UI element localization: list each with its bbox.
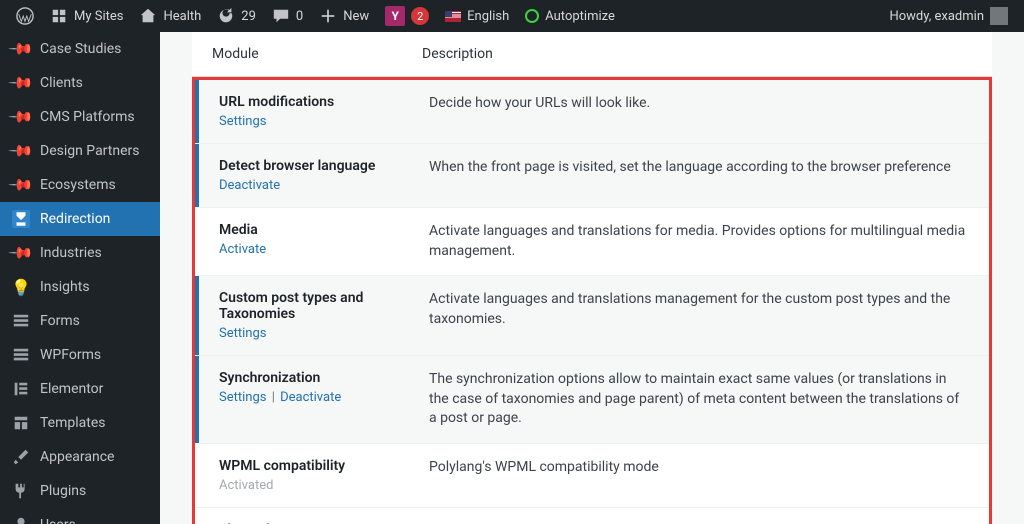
module-action-settings[interactable]: Settings xyxy=(219,390,266,405)
module-row: WPML compatibility Activated Polylang's WP… xyxy=(195,444,989,508)
sidebar-item-label: Plugins xyxy=(40,483,86,499)
health-label: Health xyxy=(163,9,201,24)
modules-highlight-box: URL modifications Settings Decide how your… xyxy=(192,77,992,524)
autoptimize-label: Autoptimize xyxy=(545,9,615,24)
sidebar-item-label: Users xyxy=(40,517,76,524)
module-actions: Settings xyxy=(219,326,429,341)
module-action-activated: Activated xyxy=(219,478,273,493)
comments-count: 0 xyxy=(296,9,303,24)
sidebar-item-case-studies[interactable]: 📌Case Studies xyxy=(0,32,160,66)
module-row: Custom post types and Taxonomies Settings… xyxy=(195,276,989,356)
module-action-deactivate[interactable]: Deactivate xyxy=(219,178,280,193)
howdy-label: Howdy, exadmin xyxy=(889,9,984,24)
howdy-account[interactable]: Howdy, exadmin xyxy=(881,0,1016,32)
yoast-badge: 2 xyxy=(411,7,429,25)
module-row: Share slugsActivatedAllows to share the … xyxy=(195,508,989,524)
autoptimize[interactable]: Autoptimize xyxy=(517,0,623,32)
module-description: When the front page is visited, set the … xyxy=(429,158,969,193)
sidebar-item-ecosystems[interactable]: 📌Ecosystems xyxy=(0,168,160,202)
sidebar-item-label: Design Partners xyxy=(40,143,139,159)
module-action-deactivate[interactable]: Deactivate xyxy=(280,390,341,405)
sidebar-item-templates[interactable]: Templates xyxy=(0,406,160,440)
sidebar-item-redirection[interactable]: Redirection xyxy=(0,202,160,236)
module-actions: Settings xyxy=(219,114,429,129)
sidebar-item-clients[interactable]: 📌Clients xyxy=(0,66,160,100)
sidebar-item-elementor[interactable]: Elementor xyxy=(0,372,160,406)
module-actions: Settings | Deactivate xyxy=(219,390,429,405)
sidebar-item-design-partners[interactable]: 📌Design Partners xyxy=(0,134,160,168)
sidebar-item-label: Industries xyxy=(40,245,102,261)
module-title: Synchronization xyxy=(219,370,429,386)
sidebar-item-label: Templates xyxy=(40,415,106,431)
sidebar-item-wpforms[interactable]: WPForms xyxy=(0,338,160,372)
sidebar-item-users[interactable]: Users xyxy=(0,508,160,524)
sidebar-item-label: Elementor xyxy=(40,381,103,397)
my-sites-label: My Sites xyxy=(74,9,123,24)
yoast-icon: Y xyxy=(385,6,405,26)
module-description: Polylang's WPML compatibility mode xyxy=(429,458,969,493)
column-header-module: Module xyxy=(212,46,422,62)
module-description: Activate languages and translations mana… xyxy=(429,290,969,341)
sidebar-item-forms[interactable]: Forms xyxy=(0,304,160,338)
sidebar-item-label: Insights xyxy=(40,279,90,295)
module-actions: Activated xyxy=(219,478,429,493)
sidebar-item-label: Redirection xyxy=(40,211,110,227)
module-actions: Activate xyxy=(219,242,429,257)
home-icon xyxy=(139,7,157,25)
sidebar-item-label: Ecosystems xyxy=(40,177,116,193)
sidebar-item-insights[interactable]: 💡Insights xyxy=(0,270,160,304)
module-row: Synchronization Settings | DeactivateThe … xyxy=(195,356,989,444)
sidebar-item-label: WPForms xyxy=(40,347,101,363)
new-label: New xyxy=(343,9,369,24)
sidebar-item-appearance[interactable]: Appearance xyxy=(0,440,160,474)
my-sites[interactable]: My Sites xyxy=(42,0,131,32)
module-description: The synchronization options allow to mai… xyxy=(429,370,969,429)
updates[interactable]: 29 xyxy=(209,0,264,32)
comments[interactable]: 0 xyxy=(264,0,311,32)
module-description: Activate languages and translations for … xyxy=(429,222,969,261)
module-title: WPML compatibility xyxy=(219,458,429,474)
sidebar-item-label: Forms xyxy=(40,313,80,329)
module-title: Media xyxy=(219,222,429,238)
wp-logo[interactable] xyxy=(8,0,42,32)
module-action-settings[interactable]: Settings xyxy=(219,114,266,129)
module-title: URL modifications xyxy=(219,94,429,110)
yoast-seo[interactable]: Y2 xyxy=(377,0,437,32)
sidebar-item-cms-platforms[interactable]: 📌CMS Platforms xyxy=(0,100,160,134)
sidebar-item-label: Clients xyxy=(40,75,83,91)
us-flag-icon xyxy=(445,11,461,22)
sidebar-item-plugins[interactable]: Plugins xyxy=(0,474,160,508)
autoptimize-icon xyxy=(525,9,539,23)
wordpress-icon xyxy=(16,7,34,25)
module-action-settings[interactable]: Settings xyxy=(219,326,266,341)
language-switcher[interactable]: English xyxy=(437,0,517,32)
language-label: English xyxy=(467,9,509,24)
module-row: URL modifications Settings Decide how your… xyxy=(195,80,989,144)
site-health[interactable]: Health xyxy=(131,0,209,32)
plus-icon xyxy=(319,7,337,25)
sidebar-item-industries[interactable]: 📌Industries xyxy=(0,236,160,270)
module-row: Detect browser language Deactivate When th… xyxy=(195,144,989,208)
module-title: Detect browser language xyxy=(219,158,429,174)
new-content[interactable]: New xyxy=(311,0,377,32)
sites-icon xyxy=(50,7,68,25)
modules-table-header: Module Description xyxy=(192,32,992,77)
admin-sidebar: 📌Case Studies📌Clients📌CMS Platforms📌Desi… xyxy=(0,32,160,524)
module-actions: Deactivate xyxy=(219,178,429,193)
column-header-description: Description xyxy=(422,46,972,62)
module-row: Media Activate Activate languages and tran… xyxy=(195,208,989,276)
refresh-icon xyxy=(217,7,235,25)
avatar-icon xyxy=(990,7,1008,25)
module-action-activate[interactable]: Activate xyxy=(219,242,266,257)
admin-toolbar: My Sites Health 29 0 New Y2 English Auto… xyxy=(0,0,1024,32)
sidebar-item-label: Case Studies xyxy=(40,41,121,57)
sidebar-item-label: CMS Platforms xyxy=(40,109,135,125)
sidebar-item-label: Appearance xyxy=(40,449,114,465)
main-content: Module Description URL modifications Sett… xyxy=(160,32,1024,524)
updates-count: 29 xyxy=(241,9,256,24)
comment-icon xyxy=(272,7,290,25)
module-description: Decide how your URLs will look like. xyxy=(429,94,969,129)
module-title: Custom post types and Taxonomies xyxy=(219,290,429,322)
